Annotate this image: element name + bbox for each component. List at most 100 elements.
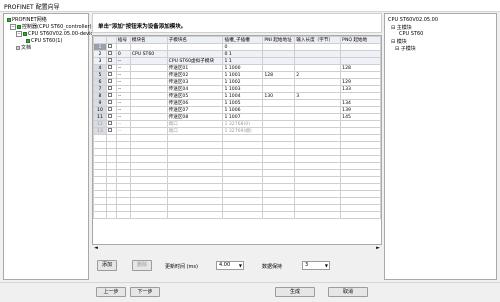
- slot-subslot-cell[interactable]: 1 1: [222, 57, 264, 65]
- module-name-cell[interactable]: [129, 78, 168, 86]
- slot-cell[interactable]: --: [115, 71, 131, 79]
- submodule-name-cell[interactable]: 传送区08: [166, 113, 224, 121]
- scroll-left-icon[interactable]: ◄: [94, 245, 98, 251]
- slot-cell[interactable]: --: [115, 85, 131, 93]
- pnq-address-cell[interactable]: 139: [340, 106, 381, 114]
- device-tree[interactable]: PROFINET网络 − 控制器(CPU ST60_controller) − …: [3, 13, 96, 280]
- submodule-name-cell[interactable]: 传送区01: [166, 64, 224, 72]
- slot-subslot-cell[interactable]: 1 1007: [222, 113, 264, 121]
- submodule-name-cell[interactable]: 传送区04: [166, 85, 224, 93]
- row-checkbox[interactable]: [105, 50, 117, 58]
- slot-subslot-cell[interactable]: 1 1006: [222, 106, 264, 114]
- input-length-cell[interactable]: [294, 43, 342, 51]
- add-button[interactable]: 添加: [97, 260, 117, 271]
- pnq-address-cell[interactable]: [340, 120, 381, 128]
- checkbox[interactable]: [107, 114, 112, 119]
- slot-cell[interactable]: [115, 43, 131, 51]
- checkbox[interactable]: [107, 107, 112, 112]
- table-row[interactable]: 9 -- 传送区06 1 1005 134: [93, 99, 381, 107]
- input-length-cell[interactable]: [294, 127, 342, 135]
- submodule-name-cell[interactable]: 传送区02: [166, 71, 224, 79]
- catalog-submodule[interactable]: ⊟ 子模块: [395, 45, 416, 52]
- input-length-cell[interactable]: [294, 106, 342, 114]
- tree-archive[interactable]: 文档: [16, 45, 31, 51]
- input-length-cell[interactable]: [294, 50, 342, 58]
- row-checkbox[interactable]: [105, 71, 117, 79]
- row-number[interactable]: 7: [93, 85, 107, 93]
- slot-subslot-cell[interactable]: 1 1005: [222, 99, 264, 107]
- tree-root[interactable]: PROFINET网络: [7, 17, 47, 23]
- tree-device-child[interactable]: CPU ST60(1): [26, 38, 62, 44]
- slot-subslot-cell[interactable]: 1 1001: [222, 71, 264, 79]
- catalog-module[interactable]: ⊟ 模块: [391, 38, 407, 45]
- tree-device[interactable]: − CPU ST60V02.05.00-device: [16, 31, 96, 37]
- module-name-cell[interactable]: [129, 43, 168, 51]
- pni-address-cell[interactable]: [262, 43, 296, 51]
- module-name-cell[interactable]: [129, 106, 168, 114]
- submodule-name-cell[interactable]: 传送区05: [166, 92, 224, 100]
- slot-cell[interactable]: --: [115, 92, 131, 100]
- checkbox[interactable]: [107, 51, 112, 56]
- row-number[interactable]: 3: [93, 57, 107, 65]
- table-row[interactable]: 11 -- 传送区08 1 1007 145: [93, 113, 381, 121]
- pni-address-cell[interactable]: [262, 64, 296, 72]
- generate-button[interactable]: 生成: [275, 287, 315, 297]
- pnq-address-cell[interactable]: 145: [340, 113, 381, 121]
- horizontal-scrollbar[interactable]: ◄ ►: [92, 245, 382, 251]
- pni-address-cell[interactable]: [262, 120, 296, 128]
- table-row[interactable]: 6 -- 传送区03 1 1002 129: [93, 78, 381, 86]
- slot-cell[interactable]: --: [115, 106, 131, 114]
- module-name-cell[interactable]: [129, 57, 168, 65]
- slot-cell[interactable]: --: [115, 127, 131, 135]
- slot-subslot-cell[interactable]: 1 32768(0): [222, 120, 264, 128]
- module-name-cell[interactable]: [129, 64, 168, 72]
- slot-subslot-cell[interactable]: 1 1000: [222, 64, 264, 72]
- slot-subslot-cell[interactable]: 1 1002: [222, 78, 264, 86]
- checkbox[interactable]: [107, 100, 112, 105]
- row-number[interactable]: 2: [93, 50, 107, 58]
- table-row[interactable]: 10: [93, 43, 381, 51]
- tree-controller[interactable]: − 控制器(CPU ST60_controller): [10, 24, 92, 30]
- checkbox[interactable]: [107, 121, 112, 126]
- pnq-address-cell[interactable]: 133: [340, 85, 381, 93]
- row-checkbox[interactable]: [105, 57, 117, 65]
- checkbox[interactable]: [107, 72, 112, 77]
- pni-address-cell[interactable]: 128: [262, 71, 296, 79]
- table-row[interactable]: 13 -- 端口 1 32769(端): [93, 127, 381, 135]
- pni-address-cell[interactable]: [262, 127, 296, 135]
- module-name-cell[interactable]: [129, 120, 168, 128]
- pnq-address-cell[interactable]: [340, 127, 381, 135]
- submodule-name-cell[interactable]: 端口: [166, 127, 224, 135]
- checkbox[interactable]: [107, 44, 112, 49]
- submodule-name-cell[interactable]: 传送区06: [166, 99, 224, 107]
- module-name-cell[interactable]: [129, 92, 168, 100]
- pni-address-cell[interactable]: [262, 50, 296, 58]
- pni-address-cell[interactable]: 130: [262, 92, 296, 100]
- pnq-address-cell[interactable]: 134: [340, 99, 381, 107]
- slot-cell[interactable]: --: [115, 78, 131, 86]
- module-catalog[interactable]: CPU ST60V02.05.00 ⊟ 主模块 CPU ST60 ⊟ 模块 ⊟ …: [384, 13, 497, 280]
- slot-cell[interactable]: 0: [115, 50, 131, 58]
- row-checkbox[interactable]: [105, 120, 117, 128]
- table-row[interactable]: 2 0 CPU ST60 0 1: [93, 50, 381, 58]
- catalog-cpu[interactable]: CPU ST60: [399, 31, 423, 37]
- submodule-name-cell[interactable]: [166, 43, 224, 51]
- table-row[interactable]: 10 -- 传送区07 1 1006 139: [93, 106, 381, 114]
- row-number[interactable]: 1: [93, 43, 107, 51]
- row-number[interactable]: 5: [93, 71, 107, 79]
- submodule-name-cell[interactable]: 传送区07: [166, 106, 224, 114]
- row-number[interactable]: 11: [93, 113, 107, 121]
- slot-subslot-cell[interactable]: 0 1: [222, 50, 264, 58]
- input-length-cell[interactable]: [294, 78, 342, 86]
- checkbox[interactable]: [107, 79, 112, 84]
- input-length-cell[interactable]: [294, 120, 342, 128]
- row-checkbox[interactable]: [105, 99, 117, 107]
- slot-subslot-cell[interactable]: 0: [222, 43, 264, 51]
- row-number[interactable]: 4: [93, 64, 107, 72]
- row-number[interactable]: 13: [93, 127, 107, 135]
- module-name-cell[interactable]: [129, 85, 168, 93]
- collapse-icon[interactable]: −: [10, 24, 16, 30]
- slot-subslot-cell[interactable]: 1 1004: [222, 92, 264, 100]
- checkbox[interactable]: [107, 128, 112, 133]
- table-row[interactable]: 5 -- 传送区02 1 1001 128 2: [93, 71, 381, 79]
